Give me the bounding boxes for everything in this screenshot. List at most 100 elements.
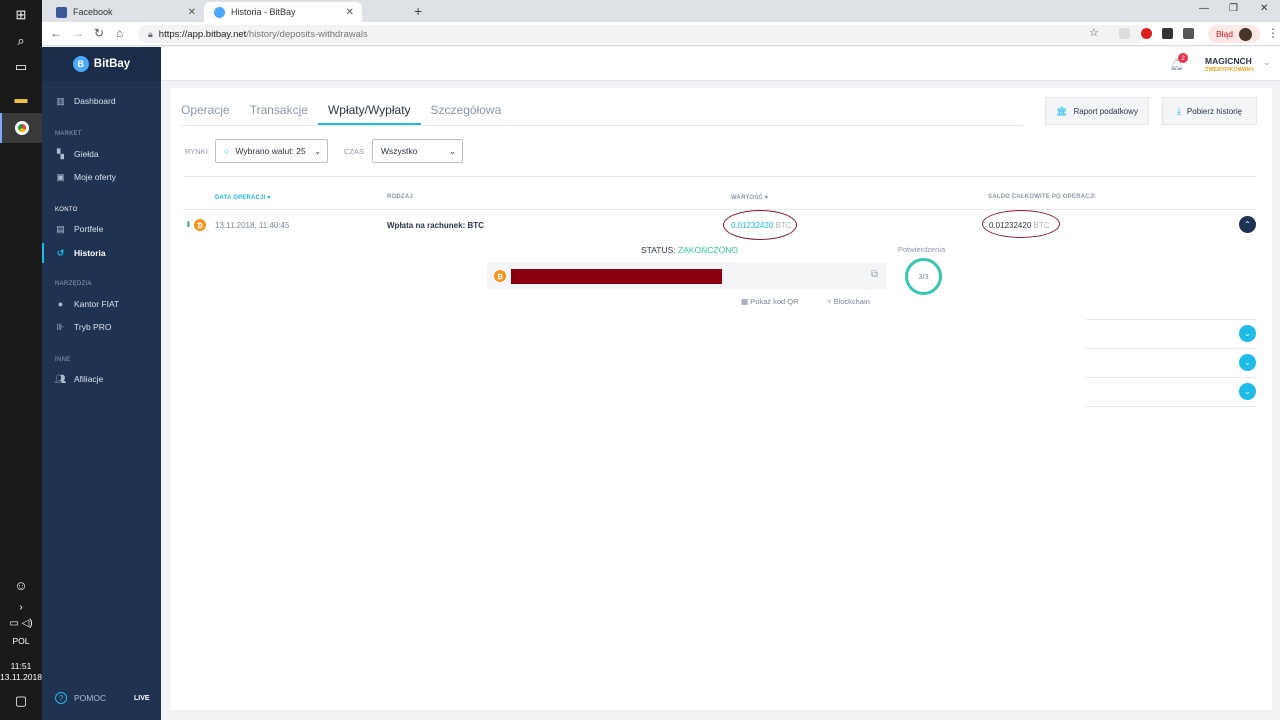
tab-title: Facebook xyxy=(73,7,113,17)
bitbay-logo-icon: B xyxy=(72,56,89,72)
sidebar-item-historia[interactable]: ↺ Historia xyxy=(42,243,161,263)
tab-transakcje[interactable]: Transakcje xyxy=(250,103,308,125)
sidebar-item-afiliacje[interactable]: 👥︎ Afiliacje xyxy=(42,369,161,389)
sidebar-item-moje-oferty[interactable]: ▣ Moje oferty xyxy=(42,167,161,187)
bookmark-star-icon[interactable]: ☆ xyxy=(1089,26,1099,39)
clock-time[interactable]: 11:51 xyxy=(0,661,42,671)
sidebar-section-narzedzia: NARZĘDZIA xyxy=(55,281,92,287)
menu-icon[interactable]: ⋮ xyxy=(1267,26,1279,40)
notification-badge: 2 xyxy=(1178,53,1188,63)
row-date: 13.11.2018, 11:40:45 xyxy=(215,221,290,230)
deposit-arrow-icon: ⬇ xyxy=(185,220,192,229)
bitcoin-icon: ₿ xyxy=(494,270,506,282)
sidebar-item-label: Giełda xyxy=(74,149,99,159)
restore-button[interactable]: ❐ xyxy=(1229,3,1238,14)
tab-operacje[interactable]: Operacje xyxy=(181,103,230,125)
sidebar-item-gielda[interactable]: ▚ Giełda xyxy=(42,144,161,164)
sidebar-section-inne: INNE xyxy=(55,357,71,363)
file-explorer-icon[interactable]: ▬ xyxy=(0,83,42,113)
markets-select[interactable]: ○ Wybrano walut: 25 ⌄ xyxy=(215,139,328,163)
markets-label: RYNKI xyxy=(185,147,208,156)
tax-report-button[interactable]: 🏛︎ Raport podatkowy xyxy=(1045,97,1149,125)
expand-row-button[interactable]: ⌄ xyxy=(1239,325,1256,342)
row-divider xyxy=(1086,377,1256,378)
brand-logo[interactable]: B BitBay xyxy=(42,47,161,81)
sidebar-item-label: Dashboard xyxy=(74,96,116,106)
minimize-button[interactable]: — xyxy=(1199,3,1209,14)
url-host: https://app.bitbay.net xyxy=(158,28,247,40)
extension-s-icon[interactable] xyxy=(1119,28,1130,39)
task-view-icon[interactable]: ▭ xyxy=(0,52,42,82)
row-divider xyxy=(1086,319,1256,320)
chrome-icon[interactable] xyxy=(0,113,42,143)
close-icon[interactable]: ✕ xyxy=(346,7,354,18)
confirmations-label: Potwierdzenia xyxy=(898,245,946,254)
close-icon[interactable]: ✕ xyxy=(188,7,196,18)
blockchain-icon: ⑂ xyxy=(827,297,832,306)
copy-icon[interactable]: ⧉ xyxy=(871,269,878,280)
verification-status: ZWERYFIKOWANY xyxy=(1205,67,1255,73)
address-bar[interactable]: 🔒︎ https://app.bitbay.net/history/deposi… xyxy=(138,25,1146,43)
exchange-icon: ▚ xyxy=(57,148,64,159)
new-tab-button[interactable]: + xyxy=(414,3,422,19)
sidebar-item-tryb-pro[interactable]: ⊪ Tryb PRO xyxy=(42,317,161,337)
time-value: Wszystko xyxy=(381,146,418,156)
qr-code-icon: ▦ xyxy=(741,297,749,306)
pro-icon: ⊪ xyxy=(56,321,65,332)
sidebar-item-label: Kantor FIAT xyxy=(74,299,120,309)
row-divider xyxy=(1086,406,1256,407)
time-select[interactable]: Wszystko ⌄ xyxy=(372,139,463,163)
expand-row-button[interactable]: ⌄ xyxy=(1239,354,1256,371)
sidebar-item-portfele[interactable]: ▤ Portfele xyxy=(42,219,161,239)
browser-tab-facebook[interactable]: Facebook ✕ xyxy=(46,2,204,22)
chevron-down-icon[interactable]: ⌄ xyxy=(1263,57,1271,68)
history-icon: ↺ xyxy=(56,247,65,258)
sidebar-section-market: MARKET xyxy=(55,131,82,137)
profile-status: Błąd xyxy=(1216,29,1234,39)
table-top-border xyxy=(184,176,1256,177)
download-history-button[interactable]: ⤓ Pobierz historię xyxy=(1162,97,1257,125)
browser-tabstrip: Facebook ✕ Historia - BitBay ✕ + — ❐ ✕ xyxy=(42,0,1280,22)
clock-date[interactable]: 13.11.2018 xyxy=(0,672,42,682)
extension-download-icon[interactable] xyxy=(1162,28,1173,39)
help-button[interactable]: ? POMOC xyxy=(55,692,106,704)
bitcoin-icon: ₿ xyxy=(194,219,206,231)
tab-szczegolowa[interactable]: Szczegółowa xyxy=(431,103,502,125)
browser-tab-bitbay[interactable]: Historia - BitBay ✕ xyxy=(204,2,362,22)
sidebar-item-label: Historia xyxy=(74,248,106,258)
main-panel: Operacje Transakcje Wpłaty/Wypłaty Szcze… xyxy=(171,88,1272,710)
blockchain-link[interactable]: ⑂ Blockchain xyxy=(827,297,870,306)
show-qr-label: Pokaż kod QR xyxy=(750,297,799,306)
show-qr-link[interactable]: ▦ Pokaż kod QR xyxy=(741,297,799,306)
fiat-icon: ● xyxy=(57,299,64,309)
sidebar-item-kantor-fiat[interactable]: ● Kantor FIAT xyxy=(42,294,161,314)
tab-wplaty-wyplaty[interactable]: Wpłaty/Wypłaty xyxy=(317,103,421,125)
tax-report-label: Raport podatkowy xyxy=(1073,106,1138,116)
collapse-row-button[interactable]: ⌃ xyxy=(1239,216,1256,233)
live-chat-button[interactable]: LIVE xyxy=(134,695,150,702)
reload-button[interactable]: ↻ xyxy=(94,26,104,40)
back-button[interactable]: ← xyxy=(50,26,62,40)
chevron-down-icon: ⌄ xyxy=(314,146,321,156)
expand-row-button[interactable]: ⌄ xyxy=(1239,383,1256,400)
url-path: /history/deposits-withdrawals xyxy=(246,28,368,40)
tab-title: Historia - BitBay xyxy=(231,7,296,17)
forward-button[interactable]: → xyxy=(72,26,84,40)
header-date[interactable]: DATA OPERACJI ▾ xyxy=(215,194,271,201)
history-tabs: Operacje Transakcje Wpłaty/Wypłaty Szcze… xyxy=(181,103,521,125)
username[interactable]: MAGICNCH xyxy=(1205,56,1252,66)
blockchain-label: Blockchain xyxy=(833,297,870,306)
opera-extension-icon[interactable] xyxy=(1141,28,1152,39)
download-history-label: Pobierz historię xyxy=(1186,106,1243,116)
sidebar-item-label: Portfele xyxy=(74,224,104,234)
network-volume-icon[interactable]: ▭ ◁) xyxy=(0,608,42,638)
header-value[interactable]: WARTOŚĆ ▾ xyxy=(731,194,768,201)
sidebar-item-dashboard[interactable]: ▥ Dashboard xyxy=(42,91,161,111)
home-button[interactable]: ⌂ xyxy=(116,26,123,40)
chevron-down-icon: ⌄ xyxy=(449,146,456,156)
extension-settings-icon[interactable] xyxy=(1183,28,1194,39)
window-close-button[interactable]: ✕ xyxy=(1260,3,1268,14)
language-indicator[interactable]: POL xyxy=(0,636,42,646)
profile-error-button[interactable]: Błąd xyxy=(1208,25,1260,43)
notification-center-icon[interactable]: ▢ xyxy=(0,686,42,716)
